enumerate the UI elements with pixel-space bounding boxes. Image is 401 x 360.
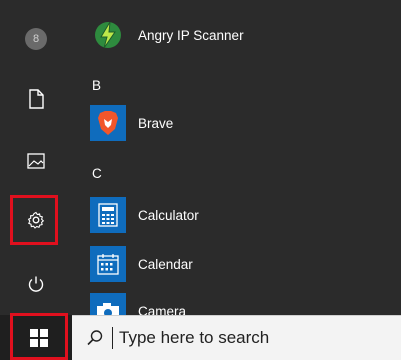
list-item[interactable]: Camera (90, 292, 390, 315)
section-letter-b[interactable]: B (92, 78, 101, 93)
app-label: Calendar (138, 256, 193, 272)
search-placeholder: Type here to search (119, 328, 270, 347)
user-avatar-button[interactable]: 8 (0, 17, 72, 61)
app-list: Angry IP Scanner B Brave C Calculator Ca… (72, 0, 401, 315)
search-box[interactable]: Type here to search (72, 315, 401, 360)
list-item[interactable]: Angry IP Scanner (90, 16, 390, 54)
settings-highlight-box (10, 195, 58, 245)
user-avatar-icon: 8 (25, 28, 47, 50)
pictures-button[interactable] (0, 139, 72, 183)
app-label: Calculator (138, 207, 199, 223)
list-item[interactable]: Calculator (90, 196, 390, 234)
power-button[interactable] (0, 262, 72, 306)
search-icon (87, 330, 103, 346)
power-icon (28, 276, 44, 292)
brave-icon (90, 105, 126, 141)
list-item[interactable]: Brave (90, 104, 390, 142)
app-label: Camera (138, 303, 187, 316)
list-item[interactable]: Calendar (90, 245, 390, 283)
pictures-icon (27, 153, 45, 169)
calendar-icon (90, 246, 126, 282)
text-cursor (112, 327, 113, 349)
angry-ip-scanner-icon (90, 17, 126, 53)
camera-icon (90, 293, 126, 315)
section-letter-c[interactable]: C (92, 166, 102, 181)
start-menu-rail: 8 (0, 0, 72, 360)
app-label: Brave (138, 115, 174, 131)
document-icon (29, 89, 44, 109)
calculator-icon (90, 197, 126, 233)
app-label: Angry IP Scanner (138, 27, 244, 43)
start-highlight-box (10, 313, 68, 360)
documents-button[interactable] (0, 77, 72, 121)
